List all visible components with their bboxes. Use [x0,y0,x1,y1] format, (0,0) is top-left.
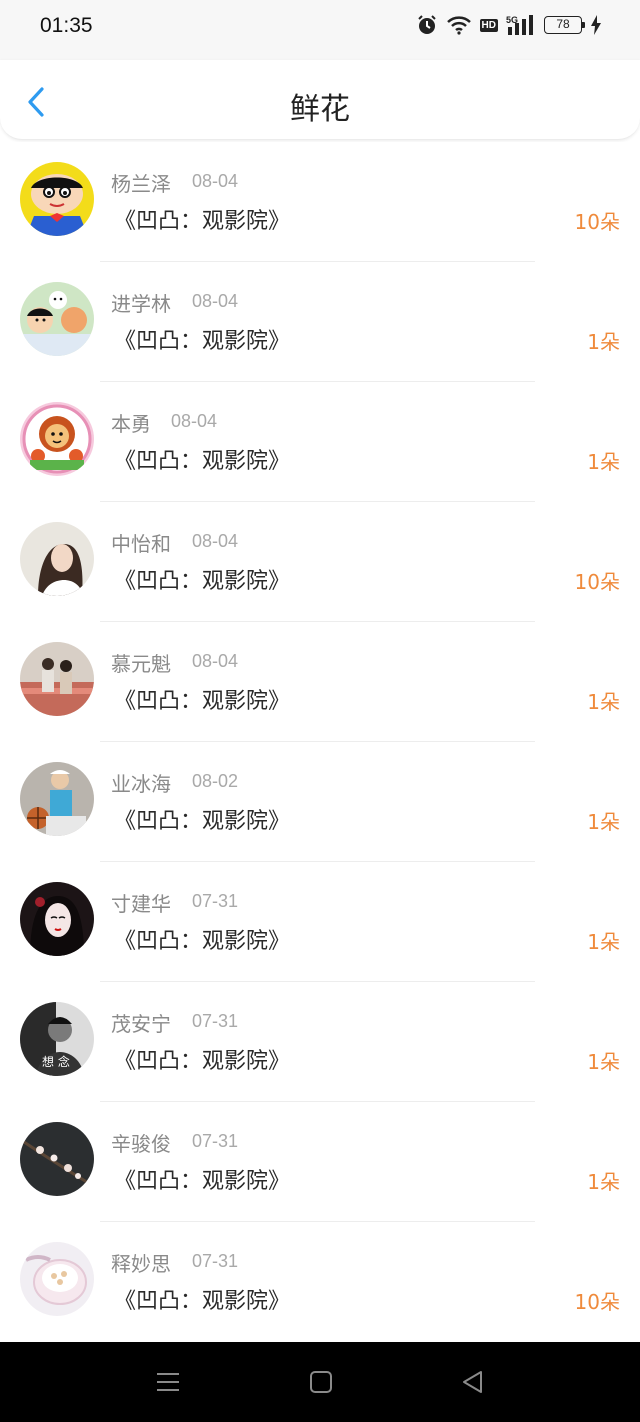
date: 07-31 [192,1251,239,1271]
work-title: 《凹凸：观影院》 [114,329,291,354]
alarm-icon [416,14,438,36]
work-title: 《凹凸：观影院》 [114,689,291,714]
menu-icon [157,1373,179,1391]
list-item[interactable]: 辛骏俊 07-31 《凹凸：观影院》 1朵 [0,1102,640,1222]
svg-text:想 念: 想 念 [42,1054,70,1069]
status-time: 01:35 [40,14,93,37]
list-item[interactable]: 中怡和 08-04 《凹凸：观影院》 10朵 [0,502,640,622]
flower-count: 10朵 [574,570,620,594]
user-name: 释妙思 [111,1252,171,1276]
work-title: 《凹凸：观影院》 [114,1169,291,1194]
list-item[interactable]: 释妙思 07-31 《凹凸：观影院》 10朵 [0,1222,640,1342]
battery-indicator: 78 [544,16,585,34]
flower-count: 1朵 [587,330,620,354]
user-name: 辛骏俊 [111,1132,171,1156]
system-navigation-bar [0,1342,640,1422]
date: 08-04 [171,411,218,431]
status-bar: 01:35 HD 5G 78 [0,0,640,60]
user-name: 寸建华 [111,892,171,916]
list-item[interactable]: 业冰海 08-02 《凹凸：观影院》 1朵 [0,742,640,862]
work-title: 《凹凸：观影院》 [114,209,291,234]
date: 08-04 [192,171,239,191]
flower-count: 1朵 [587,690,620,714]
list-item[interactable]: 本勇 08-04 《凹凸：观影院》 1朵 [0,382,640,502]
signal-5g-icon: 5G [506,14,536,36]
work-title: 《凹凸：观影院》 [114,929,291,954]
nav-bar: 鲜花 [0,60,640,140]
hd-badge: HD [479,18,498,32]
lion-cartoon-avatar [20,402,94,476]
date: 07-31 [192,891,239,911]
home-button[interactable] [309,1370,333,1398]
user-name: 慕元魁 [111,652,171,676]
flower-count: 1朵 [587,810,620,834]
date: 08-04 [192,651,239,671]
back-triangle-icon [463,1371,482,1393]
list-item[interactable]: 慕元魁 08-04 《凹凸：观影院》 1朵 [0,622,640,742]
flower-count: 1朵 [587,930,620,954]
back-system-button[interactable] [461,1370,485,1398]
list-item[interactable]: 想 念 茂安宁 07-31 《凹凸：观影院》 1朵 [0,982,640,1102]
jewelry-box-avatar [20,1242,94,1316]
basketball-boy-avatar [20,762,94,836]
list-item[interactable]: 杨兰泽 08-04 《凹凸：观影院》 10朵 [0,142,640,262]
flower-count: 1朵 [587,450,620,474]
work-title: 《凹凸：观影院》 [114,809,291,834]
work-title: 《凹凸：观影院》 [114,1049,291,1074]
user-name: 杨兰泽 [111,172,171,196]
home-square-icon [310,1371,332,1393]
work-title: 《凹凸：观影院》 [114,449,291,474]
flower-count: 1朵 [587,1170,620,1194]
flower-count: 1朵 [587,1050,620,1074]
user-name: 中怡和 [111,532,171,556]
status-icons: HD 5G 78 [416,14,602,36]
flower-list: 杨兰泽 08-04 《凹凸：观影院》 10朵 进学林 08-04 《凹凸：观影院… [0,142,640,1342]
cartoon-group-avatar [20,282,94,356]
date: 08-04 [192,291,239,311]
work-title: 《凹凸：观影院》 [114,569,291,594]
date: 07-31 [192,1011,239,1031]
plum-blossom-avatar [20,1122,94,1196]
date: 08-04 [192,531,239,551]
couple-photo-avatar [20,642,94,716]
date: 07-31 [192,1131,239,1151]
flower-count: 10朵 [574,1290,620,1314]
list-item[interactable]: 寸建华 07-31 《凹凸：观影院》 1朵 [0,862,640,982]
page-title: 鲜花 [290,92,350,127]
bw-portrait-avatar: 想 念 [20,1002,94,1076]
anime-girl-avatar [20,882,94,956]
list-item[interactable]: 进学林 08-04 《凹凸：观影院》 1朵 [0,262,640,382]
user-name: 本勇 [111,412,151,436]
date: 08-02 [192,771,239,791]
girl-photo-avatar [20,522,94,596]
cartoon-boy-avatar [20,162,94,236]
work-title: 《凹凸：观影院》 [114,1289,291,1314]
flower-count: 10朵 [574,210,620,234]
menu-button[interactable] [156,1370,180,1398]
user-name: 茂安宁 [111,1012,171,1036]
user-name: 业冰海 [111,772,171,796]
wifi-icon [446,15,472,35]
charging-icon [590,15,602,35]
user-name: 进学林 [111,292,171,316]
